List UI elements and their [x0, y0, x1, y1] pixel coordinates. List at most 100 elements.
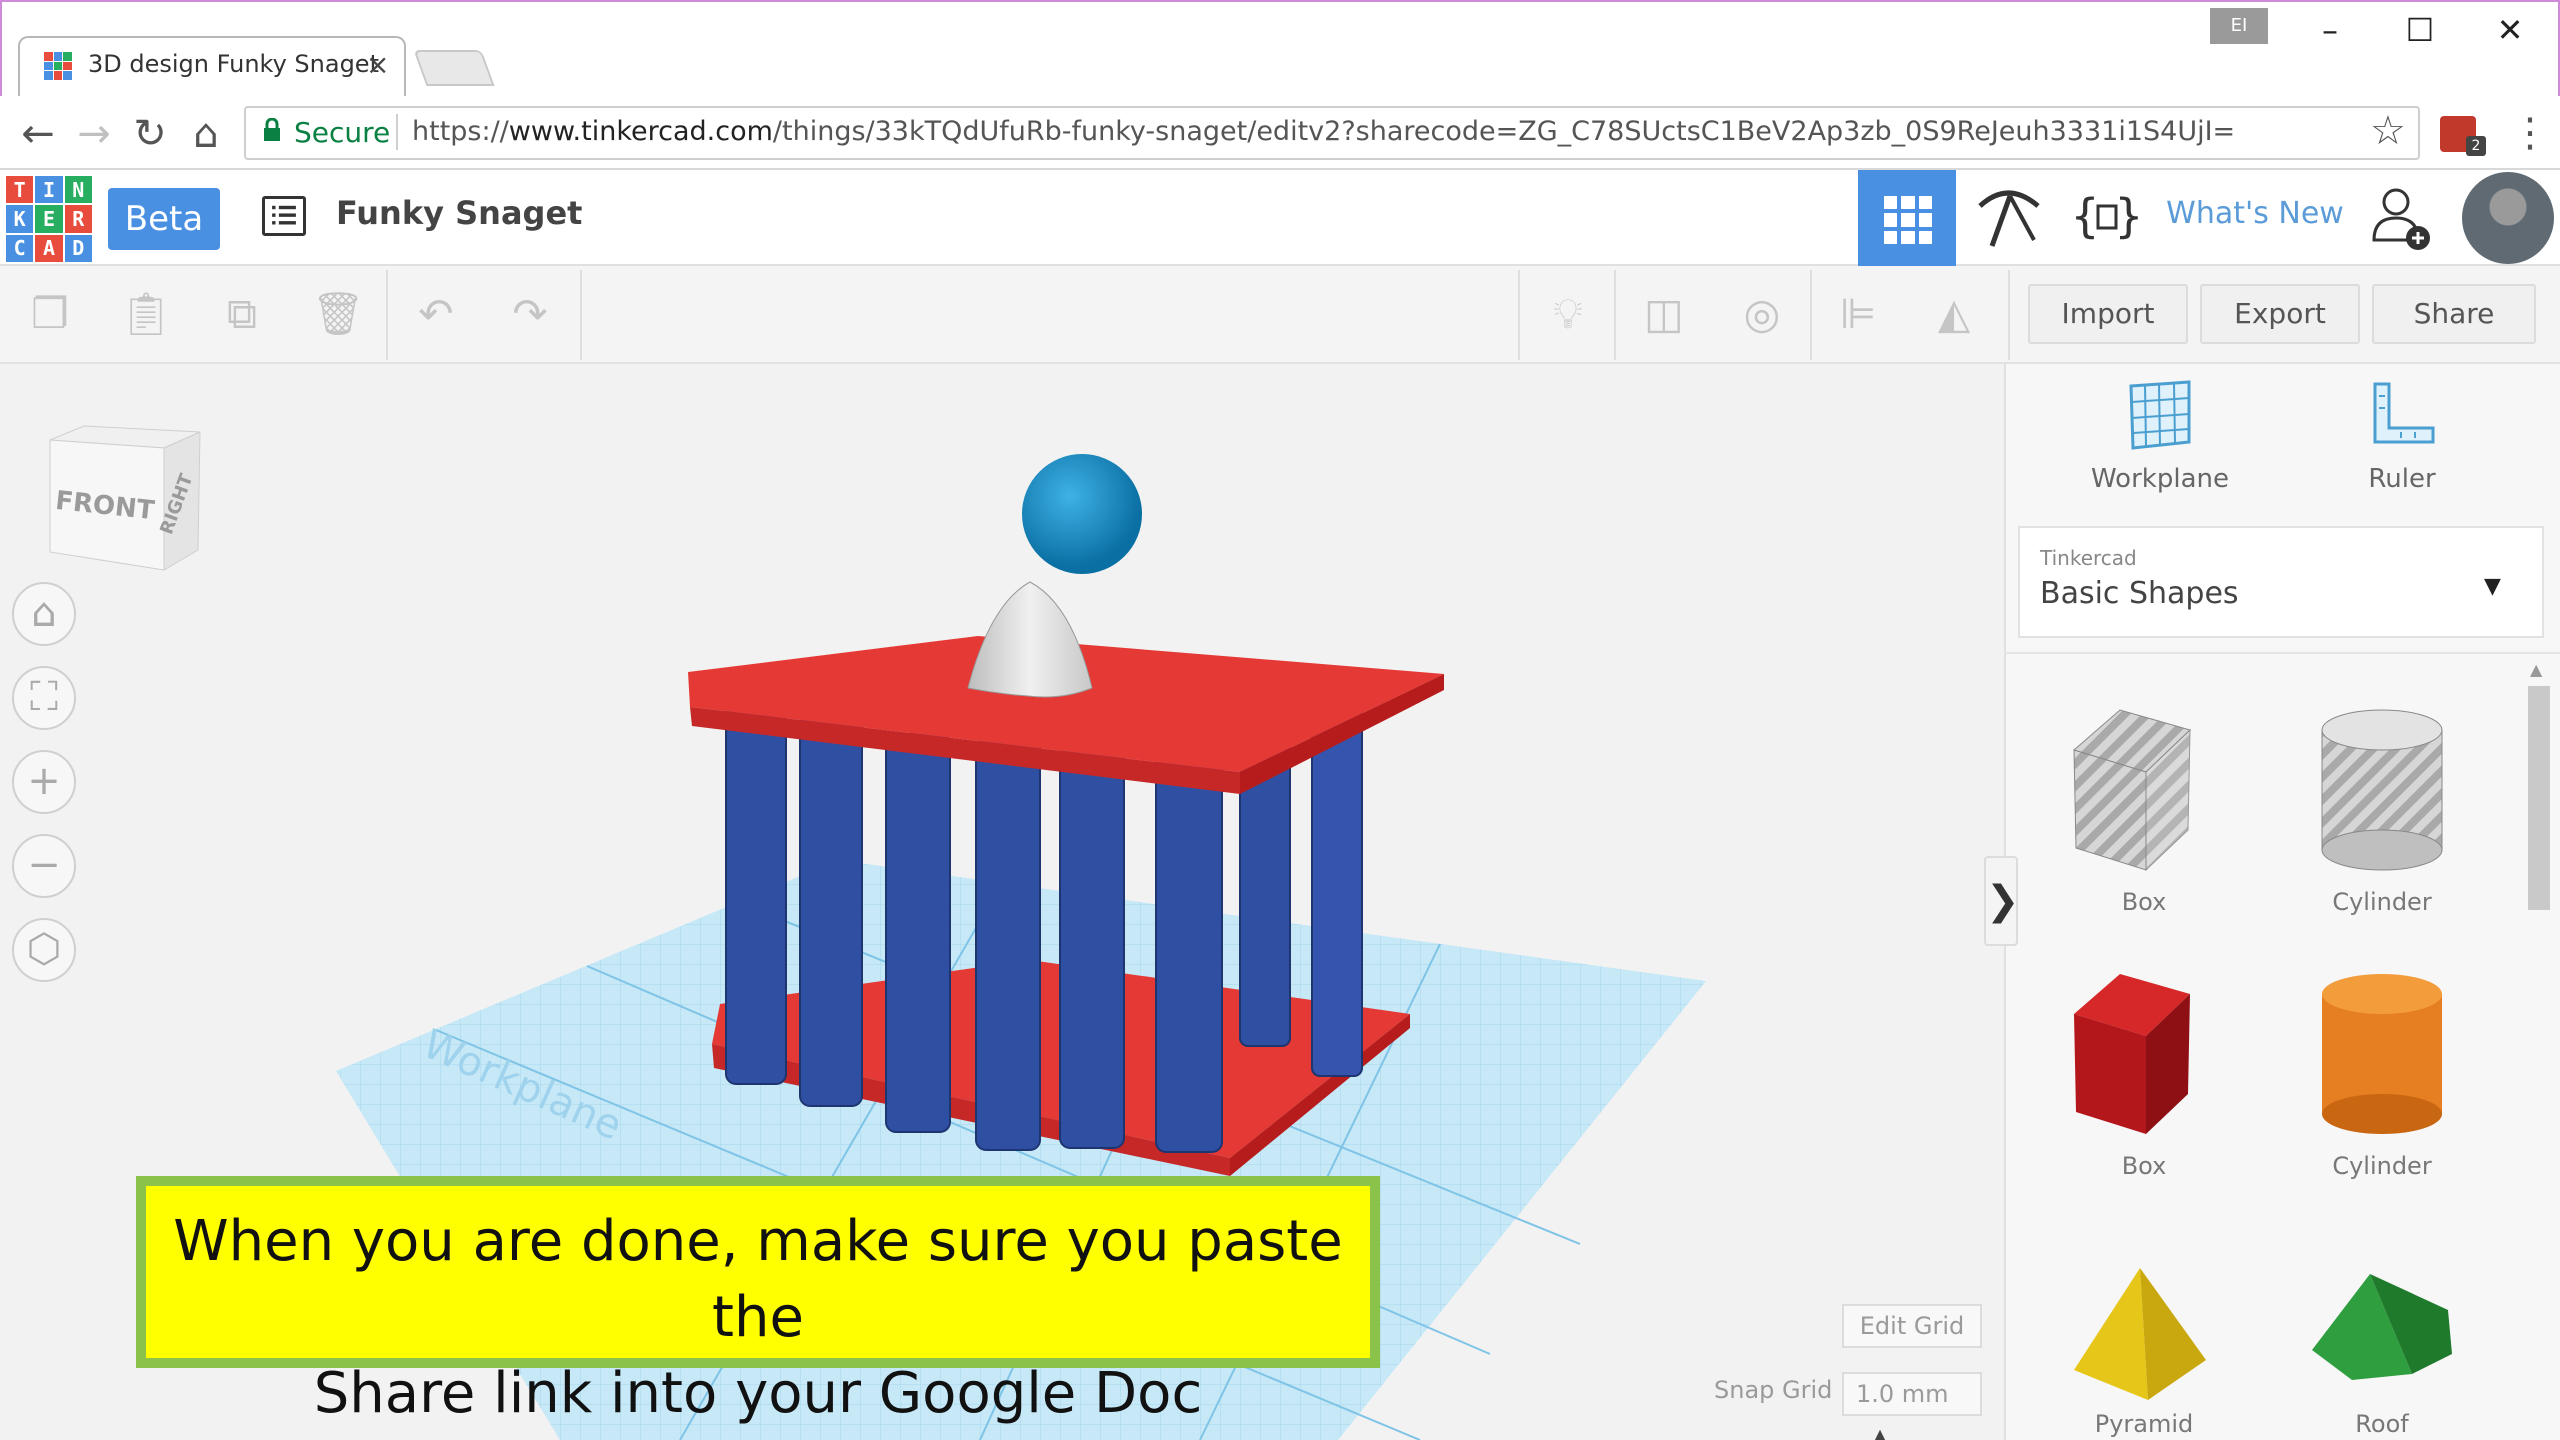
view-cube[interactable]: FRONT RIGHT	[44, 422, 214, 582]
shape-cylinder[interactable]: Cylinder	[2292, 964, 2472, 1194]
scroll-up-icon[interactable]: ▲	[2530, 660, 2542, 679]
scroll-thumb[interactable]	[2528, 686, 2550, 910]
mirror-icon[interactable]: ◭	[1926, 286, 1982, 342]
snap-grid-select[interactable]: 1.0 mm ▴	[1842, 1372, 1982, 1440]
group-icon[interactable]: ◫	[1636, 286, 1692, 342]
shape-box-hole[interactable]: Box	[2054, 700, 2234, 930]
library-provider: Tinkercad	[2040, 546, 2137, 570]
zoom-in-icon[interactable]: +	[12, 750, 76, 814]
shape-label: Pyramid	[2094, 1410, 2194, 1438]
add-user-icon[interactable]	[2360, 178, 2440, 258]
export-button[interactable]: Export	[2200, 284, 2360, 344]
whats-new-link[interactable]: What's New	[2160, 196, 2350, 231]
tab-close-icon[interactable]: ×	[366, 48, 389, 81]
shape-label: Cylinder	[2332, 888, 2432, 916]
logo-letter: R	[64, 205, 92, 233]
snap-grid-label: Snap Grid	[1714, 1376, 1833, 1404]
library-name: Basic Shapes	[2040, 576, 2239, 611]
pickaxe-icon[interactable]	[1960, 170, 2058, 266]
roof-icon	[2312, 1274, 2452, 1380]
tinkercad-favicon-icon	[44, 52, 72, 80]
collapse-panel-button[interactable]: ❯	[1984, 856, 2020, 946]
close-icon[interactable]: ✕	[2470, 8, 2550, 52]
window-extension-button[interactable]: EI	[2210, 8, 2268, 44]
home-view-icon[interactable]: ⌂	[12, 582, 76, 646]
toolbar-divider	[1518, 270, 1520, 360]
align-icon[interactable]: ⊫	[1830, 286, 1886, 342]
panel-divider	[2004, 652, 2560, 654]
reload-icon[interactable]: ↻	[122, 106, 178, 162]
zoom-out-icon[interactable]: −	[12, 834, 76, 898]
duplicate-icon[interactable]: ⧉	[214, 286, 270, 342]
cone[interactable]	[967, 581, 1093, 698]
extension-badge: 2	[2466, 136, 2486, 156]
callout-text: When you are done, make sure you paste t…	[146, 1204, 1370, 1432]
home-icon[interactable]: ⌂	[178, 106, 234, 162]
toolbar-divider	[1614, 270, 1616, 360]
share-button[interactable]: Share	[2372, 284, 2536, 344]
edit-grid-button[interactable]: Edit Grid	[1842, 1304, 1982, 1348]
workplane-icon	[2129, 380, 2191, 450]
undo-icon[interactable]: ↶	[408, 286, 464, 342]
pyramid-icon	[2074, 1268, 2206, 1400]
url-scheme: https://	[412, 116, 509, 147]
url-host: www.tinkercad.com	[508, 116, 773, 147]
grid-view-icon	[1884, 196, 1932, 244]
tinkercad-logo[interactable]: T I N K E R C A D	[6, 176, 92, 262]
design-title[interactable]: Funky Snaget	[336, 194, 582, 232]
light-bulb-icon[interactable]: 💡︎	[1540, 286, 1596, 342]
shape-label: Cylinder	[2332, 1152, 2432, 1180]
callout-line-1: When you are done, make sure you paste t…	[173, 1209, 1343, 1350]
delete-icon[interactable]: 🗑︎	[310, 286, 366, 342]
workplane-tool[interactable]: Workplane	[2090, 380, 2230, 494]
workplane-tool-label: Workplane	[2091, 464, 2229, 494]
tab-title: 3D design Funky Snaget	[88, 50, 379, 78]
logo-letter: E	[35, 205, 63, 233]
shape-label: Roof	[2355, 1410, 2409, 1438]
logo-letter: D	[64, 234, 92, 262]
shape-roof[interactable]: Roof	[2292, 1250, 2472, 1440]
shape-cylinder-hole[interactable]: Cylinder	[2292, 700, 2472, 930]
toolbar-divider	[386, 270, 388, 360]
svg-text:{ }: { }	[2070, 189, 2143, 243]
shape-label: Box	[2121, 888, 2167, 916]
beta-badge: Beta	[108, 188, 220, 250]
hole-icon[interactable]: ◎	[1734, 286, 1790, 342]
logo-letter: C	[6, 234, 34, 262]
maximize-icon[interactable]: ☐	[2380, 8, 2460, 52]
caret-up-icon: ▴	[1874, 1420, 1887, 1440]
logo-letter: N	[64, 176, 92, 204]
fit-view-icon[interactable]: ⛶	[12, 666, 76, 730]
url-text[interactable]: https://www.tinkercad.com/things/33kTQdU…	[412, 116, 2235, 147]
snap-grid-value: 1.0 mm	[1856, 1380, 1949, 1408]
callout-line-2: Share link into your Google Doc	[313, 1361, 1203, 1426]
avatar[interactable]	[2462, 172, 2554, 264]
box-icon	[2074, 974, 2190, 1134]
orthographic-icon[interactable]: ⬡	[12, 918, 76, 982]
menu-icon[interactable]: ⋮	[2510, 110, 2550, 156]
import-button[interactable]: Import	[2028, 284, 2188, 344]
lock-icon	[264, 118, 280, 141]
secure-label: Secure	[294, 116, 391, 149]
codeblocks-icon[interactable]: { }	[2058, 170, 2156, 266]
sphere[interactable]	[1022, 454, 1142, 574]
copy-icon[interactable]: ❐	[22, 286, 78, 342]
back-icon[interactable]: ←	[10, 106, 66, 162]
shape-box[interactable]: Box	[2054, 964, 2234, 1194]
cylinder-icon	[2322, 974, 2442, 1134]
cylinder-hole-icon	[2321, 709, 2443, 871]
shape-pyramid[interactable]: Pyramid	[2054, 1250, 2234, 1440]
minimize-icon[interactable]: –	[2290, 8, 2370, 52]
paste-icon[interactable]: 📋︎	[118, 286, 174, 342]
ruler-icon	[2373, 382, 2435, 444]
ruler-tool[interactable]: Ruler	[2332, 380, 2472, 494]
design-list-icon[interactable]	[262, 196, 306, 236]
instruction-callout: When you are done, make sure you paste t…	[136, 1176, 1380, 1426]
shape-label: Box	[2121, 1152, 2167, 1180]
redo-icon[interactable]: ↷	[502, 286, 558, 342]
new-tab-button[interactable]	[413, 50, 495, 86]
logo-letter: I	[35, 176, 63, 204]
forward-icon[interactable]: →	[66, 106, 122, 162]
star-icon[interactable]: ☆	[2370, 108, 2406, 154]
dropdown-caret-icon: ▼	[2484, 574, 2501, 599]
